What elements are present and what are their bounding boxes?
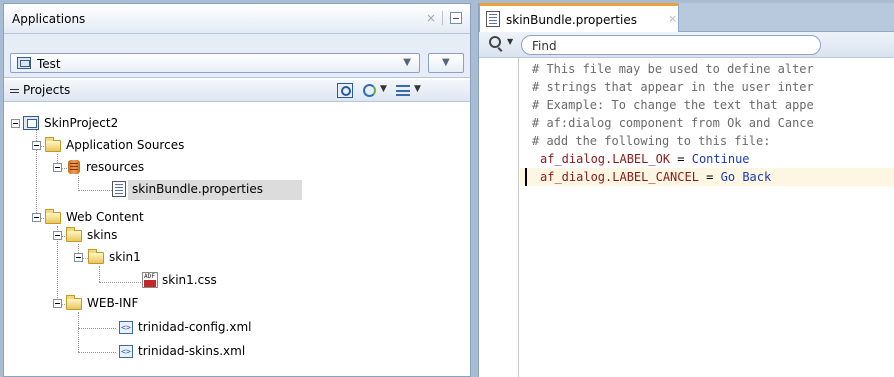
tree-node-application-sources[interactable]: Application Sources <box>4 136 264 156</box>
chevron-down-icon: ▼ <box>442 57 450 68</box>
project-icon <box>23 116 39 130</box>
tree-node-resources[interactable]: resources <box>4 158 264 178</box>
application-menu-button[interactable]: ▼ <box>428 53 464 73</box>
editor-tab-strip: skinBundle.properties × <box>479 3 894 33</box>
find-input[interactable] <box>532 38 802 53</box>
code-line-comment: # This file may be used to define alter <box>532 62 814 76</box>
tree-node-label: skinBundle.properties <box>132 182 263 196</box>
text-caret <box>525 168 527 186</box>
tree-node-label: skins <box>87 228 118 242</box>
code-line-comment: # Example: To change the text that appe <box>532 98 814 112</box>
application-selector-bar: Test ▼ ▼ <box>4 34 470 78</box>
tree-node-label: SkinProject2 <box>44 116 119 130</box>
properties-file-icon <box>486 11 500 27</box>
search-icon[interactable] <box>489 36 501 48</box>
find-icon[interactable] <box>337 83 353 98</box>
tree-node-web-content[interactable]: Web Content <box>4 208 204 228</box>
tree-node-skin1-css[interactable]: ADF skin1.css <box>4 271 224 291</box>
code-line-property: af_dialog.LABEL_CANCEL = Go Back <box>540 168 771 186</box>
code-content[interactable]: # This file may be used to define alter … <box>520 58 894 377</box>
chevron-down-icon[interactable]: ▼ <box>414 84 421 94</box>
tree-node-label: trinidad-skins.xml <box>138 344 246 358</box>
applications-header: Applications × <box>4 4 470 34</box>
tab-skinbundle-properties[interactable]: skinBundle.properties × <box>479 3 679 33</box>
tree-node-label: skin1 <box>109 250 141 264</box>
find-bar: ▼ <box>479 32 894 58</box>
property-equals: = <box>698 170 721 184</box>
folder-icon <box>66 295 82 310</box>
property-equals: = <box>670 152 692 166</box>
package-icon <box>68 160 80 174</box>
tab-label: skinBundle.properties <box>506 13 637 27</box>
minimize-icon[interactable] <box>450 12 462 24</box>
property-value: Go Back <box>720 170 772 184</box>
projects-title: Projects <box>23 83 71 97</box>
chevron-down-icon[interactable]: ▼ <box>403 57 411 68</box>
code-editor[interactable]: # This file may be used to define alter … <box>479 58 894 377</box>
tree-node-label: resources <box>86 160 145 174</box>
tree-node-label: WEB-INF <box>87 296 139 310</box>
tree-node-label: trinidad-config.xml <box>138 320 252 334</box>
folder-icon <box>45 137 61 152</box>
collapse-toggle-icon[interactable] <box>74 253 83 262</box>
folder-icon <box>66 227 82 242</box>
collapse-toggle-icon[interactable] <box>53 299 62 308</box>
xml-file-icon: <> <box>119 345 133 358</box>
collapse-toggle-icon[interactable] <box>32 213 41 222</box>
tree-node-web-inf[interactable]: WEB-INF <box>4 294 204 314</box>
property-key: af_dialog.LABEL_OK <box>540 152 671 166</box>
application-combo[interactable]: Test ▼ <box>10 53 420 73</box>
collapse-icon[interactable] <box>10 89 19 93</box>
chevron-down-icon[interactable]: ▼ <box>380 84 387 94</box>
applications-navigator: Applications × Test ▼ ▼ Projects ▼ ▼ Ski… <box>3 3 471 377</box>
collapse-toggle-icon[interactable] <box>32 141 41 150</box>
tree-node-trinidad-config-xml[interactable]: <> trinidad-config.xml <box>4 318 304 338</box>
property-key: af_dialog.LABEL_CANCEL <box>540 170 699 184</box>
editor-area: skinBundle.properties × ▼ # This file ma… <box>478 3 894 377</box>
folder-icon <box>88 249 104 264</box>
folder-icon <box>45 209 61 224</box>
refresh-icon[interactable] <box>362 83 378 98</box>
close-tab-icon[interactable]: × <box>668 12 677 25</box>
editor-gutter <box>479 58 519 377</box>
tree-node-label: skin1.css <box>162 273 217 287</box>
close-icon[interactable]: × <box>426 11 436 25</box>
tree-node-skinproject2[interactable]: SkinProject2 <box>4 114 204 134</box>
collapse-toggle-icon[interactable] <box>53 231 62 240</box>
collapse-toggle-icon[interactable] <box>11 119 20 128</box>
code-line-comment: # add the following to this file: <box>532 134 771 148</box>
code-line-comment: # strings that appear in the user inter <box>532 80 814 94</box>
tree-node-skin1[interactable]: skin1 <box>4 248 204 268</box>
tree-node-skinbundle-properties[interactable]: skinBundle.properties <box>4 180 304 200</box>
application-combo-value: Test <box>37 57 61 71</box>
collapse-toggle-icon[interactable] <box>53 163 62 172</box>
tree-node-skins[interactable]: skins <box>4 226 204 246</box>
applications-title: Applications <box>12 12 86 26</box>
header-divider <box>442 11 443 25</box>
tree-node-label: Application Sources <box>66 138 185 152</box>
application-icon <box>17 57 31 69</box>
xml-file-icon: <> <box>119 321 133 334</box>
find-input-container <box>521 35 821 55</box>
project-tree: SkinProject2 Application Sources resourc… <box>4 102 470 376</box>
chevron-down-icon[interactable]: ▼ <box>507 37 513 46</box>
property-value: Continue <box>691 152 750 166</box>
filter-icon[interactable] <box>396 83 412 98</box>
properties-file-icon <box>112 181 126 197</box>
css-file-icon: ADF <box>142 272 158 288</box>
tree-node-trinidad-skins-xml[interactable]: <> trinidad-skins.xml <box>4 342 304 362</box>
tree-node-label: Web Content <box>66 210 144 224</box>
code-line-comment: # af:dialog component from Ok and Cance <box>532 116 814 130</box>
code-line-property: af_dialog.LABEL_OK = Continue <box>540 150 750 168</box>
projects-header[interactable]: Projects ▼ ▼ <box>4 80 470 102</box>
